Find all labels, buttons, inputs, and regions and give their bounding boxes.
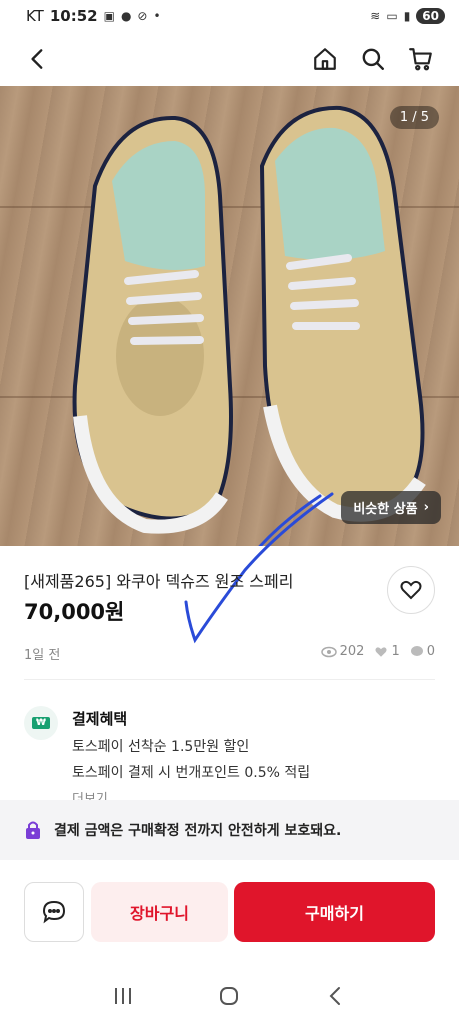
product-photo bbox=[72, 105, 426, 546]
chevron-right-icon: › bbox=[423, 500, 429, 515]
buy-now-button[interactable]: 구매하기 bbox=[234, 882, 435, 942]
benefit-title: 결제혜택 bbox=[72, 710, 128, 728]
talk-icon: ● bbox=[120, 9, 132, 23]
chats-stat: 0 bbox=[410, 644, 435, 659]
chats-count: 0 bbox=[426, 644, 435, 659]
search-icon bbox=[362, 48, 384, 70]
likes-stat: 1 bbox=[374, 644, 400, 659]
protection-text: 결제 금액은 구매확정 전까지 안전하게 보호돼요. bbox=[54, 823, 342, 839]
home-circle-icon[interactable] bbox=[218, 985, 240, 1007]
product-image-carousel[interactable]: 1 / 5 비슷한 상품 › bbox=[0, 86, 459, 546]
similar-items-label: 비슷한 상품 bbox=[353, 502, 418, 517]
divider bbox=[24, 679, 435, 680]
benefit-line: 토스페이 선착순 1.5만원 할인 bbox=[72, 739, 250, 755]
product-title: [새제품265] 와쿠아 덱슈즈 원조 스페리 bbox=[24, 572, 294, 591]
back-icon bbox=[31, 49, 43, 69]
posted-time: 1일 전 bbox=[24, 648, 61, 663]
signal-icon: ▮ bbox=[403, 9, 411, 23]
likes-count: 1 bbox=[391, 644, 400, 659]
eye-icon bbox=[320, 646, 337, 657]
hd-icon: ▭ bbox=[386, 9, 398, 23]
top-nav bbox=[0, 32, 459, 86]
sync-icon: ⊘ bbox=[137, 9, 148, 23]
clock: 10:52 bbox=[49, 7, 98, 25]
chat-icon bbox=[42, 900, 66, 924]
chat-bubble-icon bbox=[410, 646, 423, 656]
views-stat: 202 bbox=[320, 644, 365, 659]
chat-button[interactable] bbox=[24, 882, 84, 942]
heart-icon bbox=[400, 580, 422, 600]
payment-protection-notice: 결제 금액은 구매확정 전까지 안전하게 보호돼요. bbox=[0, 800, 459, 860]
home-button[interactable] bbox=[305, 39, 345, 79]
cart-icon bbox=[409, 48, 432, 71]
add-to-cart-button[interactable]: 장바구니 bbox=[91, 882, 228, 942]
benefit-line: 토스페이 결제 시 번개포인트 0.5% 적립 bbox=[72, 765, 311, 781]
won-icon: ₩ bbox=[24, 706, 58, 740]
similar-items-button[interactable]: 비슷한 상품 › bbox=[341, 491, 441, 524]
product-price: 70,000원 bbox=[24, 600, 125, 624]
search-button[interactable] bbox=[353, 39, 393, 79]
back-button[interactable] bbox=[18, 39, 58, 79]
recents-icon[interactable] bbox=[112, 986, 134, 1006]
views-count: 202 bbox=[339, 644, 365, 659]
lock-icon bbox=[26, 821, 40, 839]
home-icon bbox=[314, 48, 336, 70]
screenshot-icon: ▣ bbox=[103, 9, 115, 23]
status-bar: KT 10:52 ▣ ● ⊘ • ≋ ▭ ▮ 60 bbox=[0, 0, 459, 32]
battery-badge: 60 bbox=[416, 8, 445, 24]
product-stats: 202 1 0 bbox=[315, 644, 435, 659]
bottom-action-bar: 장바구니 구매하기 bbox=[0, 882, 459, 944]
cart-nav-button[interactable] bbox=[401, 39, 441, 79]
like-button[interactable] bbox=[387, 566, 435, 614]
system-nav-bar bbox=[0, 968, 459, 1024]
image-counter: 1 / 5 bbox=[389, 106, 439, 129]
back-arrow-icon[interactable] bbox=[325, 985, 347, 1007]
heart-small-icon bbox=[375, 647, 387, 657]
wifi-icon: ≋ bbox=[370, 9, 381, 23]
dot-icon: • bbox=[153, 9, 161, 23]
carrier-label: KT bbox=[26, 7, 44, 25]
